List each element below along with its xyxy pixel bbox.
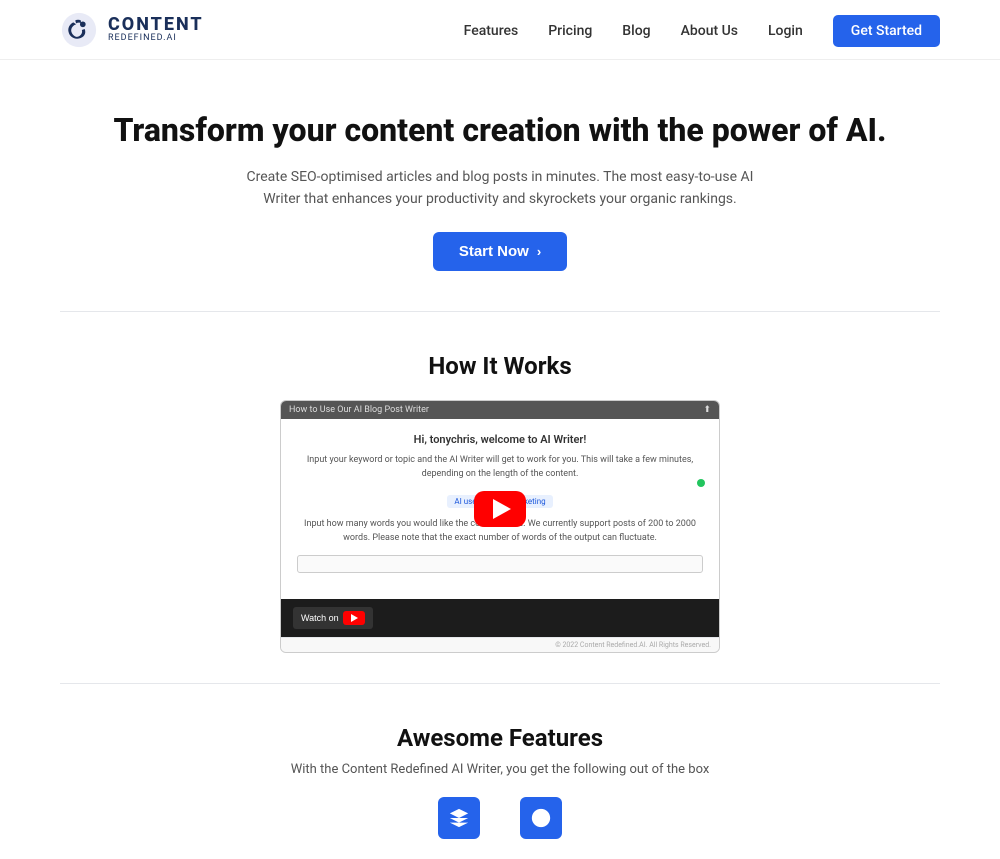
video-embed[interactable]: How to Use Our AI Blog Post Writer ⬆ Hi,…: [280, 400, 720, 653]
watch-on-button[interactable]: Watch on: [293, 607, 373, 629]
nav-about[interactable]: About Us: [681, 23, 738, 39]
video-welcome: Hi, tonychris, welcome to AI Writer!: [297, 433, 703, 446]
watch-on-label: Watch on: [301, 613, 339, 623]
feature-icon-1-svg: [448, 807, 470, 829]
feature-icon-1[interactable]: [438, 797, 480, 839]
how-section: How It Works How to Use Our AI Blog Post…: [0, 312, 1000, 683]
nav-features[interactable]: Features: [464, 23, 519, 39]
video-instruction1: Input your keyword or topic and the AI W…: [297, 454, 703, 481]
video-tab-labels: How to Use Our AI Blog Post Writer: [289, 405, 429, 415]
feature-icon-2[interactable]: [520, 797, 562, 839]
nav-pricing[interactable]: Pricing: [548, 23, 592, 39]
copyright-text: © 2022 Content Redefined.AI. All Rights …: [555, 641, 711, 649]
feature-icon-2-svg: [530, 807, 552, 829]
features-section: Awesome Features With the Content Redefi…: [0, 684, 1000, 859]
nav-get-started[interactable]: Get Started: [833, 15, 940, 47]
brand-name: CONTENT: [108, 15, 204, 35]
navbar: CONTENT REDEFINED.AI Features Pricing Bl…: [0, 0, 1000, 60]
green-dot: [697, 479, 705, 487]
brand-sub: REDEFINED.AI: [108, 34, 204, 44]
cta-label: Start Now: [459, 243, 529, 260]
hero-subtext: Create SEO-optimised articles and blog p…: [240, 166, 760, 211]
hero-headline: Transform your content creation with the…: [100, 110, 900, 152]
logo-icon: [60, 11, 98, 49]
nav-links: Features Pricing Blog About Us Login Get…: [464, 20, 940, 39]
video-content-area: Hi, tonychris, welcome to AI Writer! Inp…: [281, 419, 719, 599]
how-heading: How It Works: [60, 352, 940, 380]
video-input-field: [297, 555, 703, 573]
copyright-bar: © 2022 Content Redefined.AI. All Rights …: [281, 637, 719, 652]
features-subtext: With the Content Redefined AI Writer, yo…: [60, 762, 940, 777]
cta-button[interactable]: Start Now ›: [433, 232, 567, 271]
youtube-play-button[interactable]: [474, 491, 526, 527]
video-topbar: How to Use Our AI Blog Post Writer ⬆: [281, 401, 719, 419]
youtube-logo-small: [343, 611, 365, 625]
arrow-icon: ›: [537, 244, 541, 259]
video-footer: Watch on: [281, 599, 719, 637]
logo[interactable]: CONTENT REDEFINED.AI: [60, 11, 204, 49]
nav-blog[interactable]: Blog: [622, 23, 650, 39]
nav-login[interactable]: Login: [768, 23, 803, 39]
logo-text: CONTENT REDEFINED.AI: [108, 15, 204, 45]
feature-icons-row: [60, 797, 940, 839]
video-controls: ⬆: [703, 405, 711, 415]
features-heading: Awesome Features: [60, 724, 940, 752]
hero-section: Transform your content creation with the…: [0, 60, 1000, 311]
